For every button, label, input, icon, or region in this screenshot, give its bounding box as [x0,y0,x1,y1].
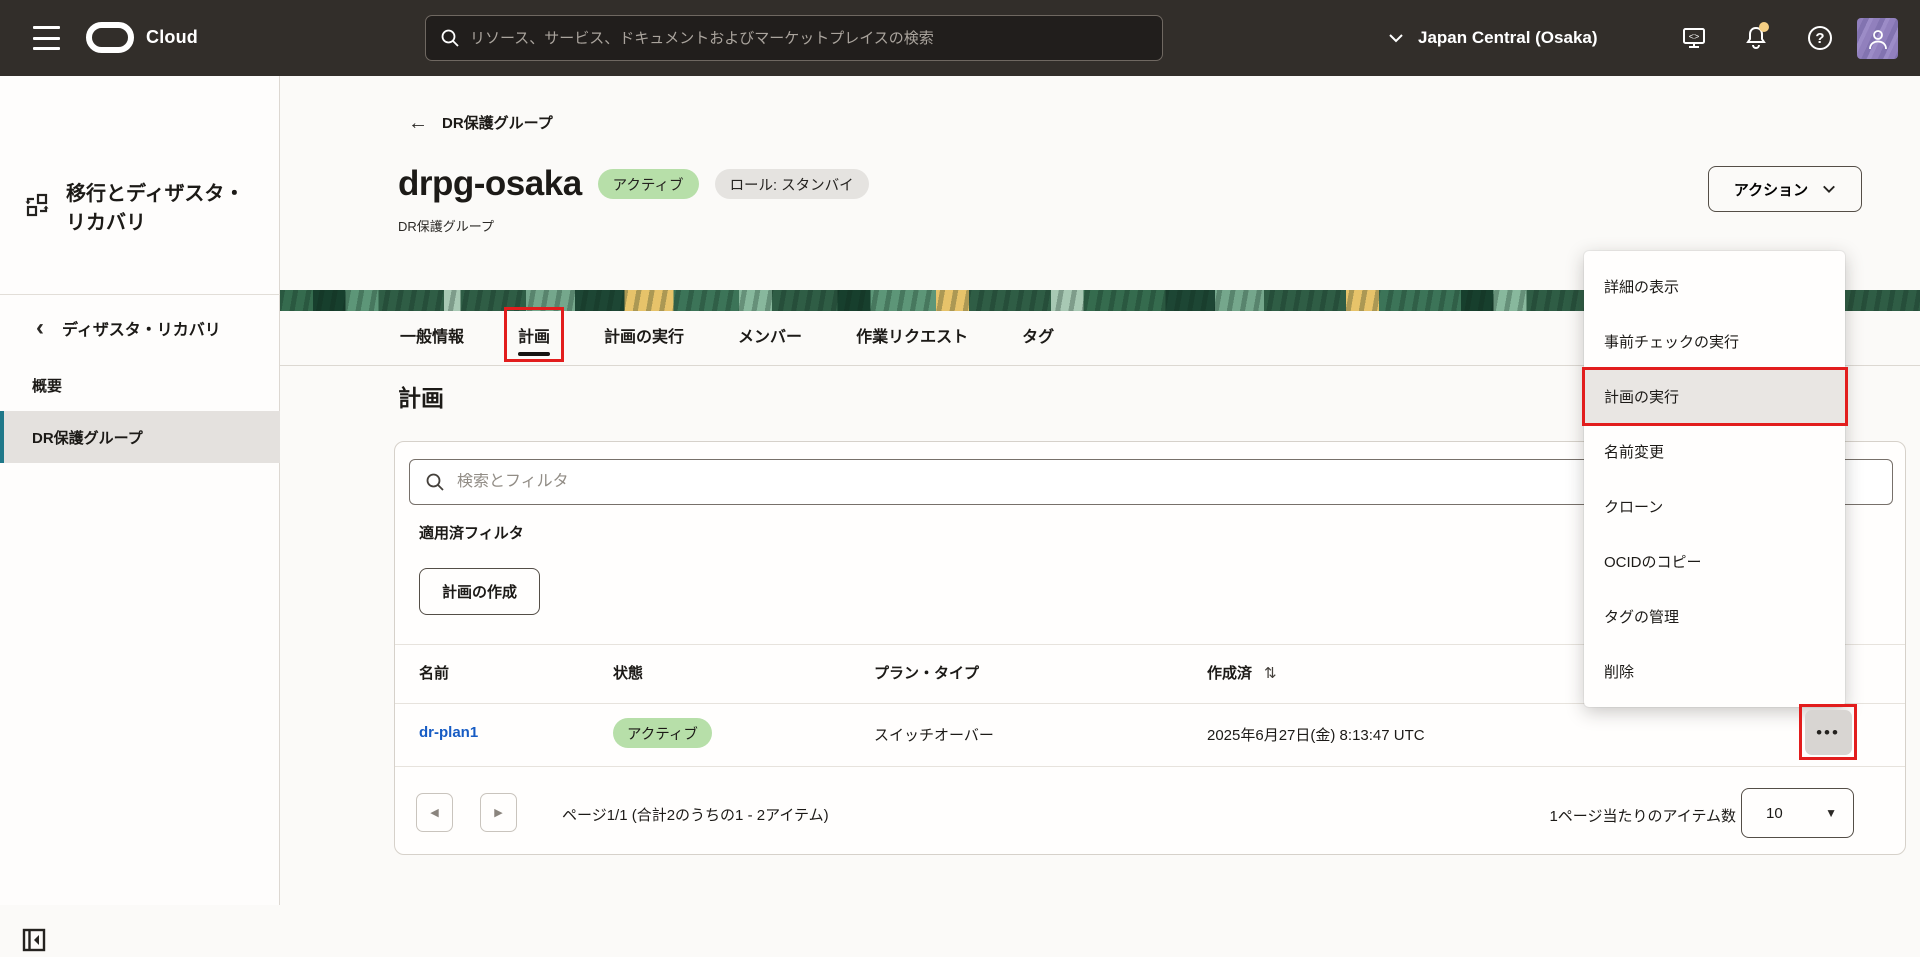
items-per-page-label: 1ページ当たりのアイテム数 [1496,805,1736,826]
tab-plan-executions[interactable]: 計画の実行 [604,307,684,362]
pagination-text: ページ1/1 (合計2のうちの1 - 2アイテム) [562,804,829,825]
tab-bar: 一般情報 計画 計画の実行 メンバー 作業リクエスト タグ [400,307,1054,362]
menu-item-copy-ocid[interactable]: OCIDのコピー [1584,534,1845,589]
sidebar-back-link[interactable]: ‹ ディザスタ・リカバリ [36,316,221,340]
cloud-shell-icon[interactable]: <> [1680,24,1708,52]
actions-menu: 詳細の表示 事前チェックの実行 計画の実行 名前変更 クローン OCIDのコピー… [1584,251,1845,707]
notifications-icon[interactable] [1742,24,1770,52]
oci-console: Cloud Japan Central (Osaka) <> ? [0,0,1920,905]
chevron-left-icon: ‹ [36,316,44,340]
menu-item-execute-plan[interactable]: 計画の実行 [1584,369,1845,424]
applied-filters-label: 適用済フィルタ [419,522,524,543]
chevron-down-icon [1388,30,1404,46]
person-icon [1867,27,1889,51]
page-title: drpg-osaka [398,164,582,204]
notification-dot [1759,22,1769,32]
migration-icon [24,192,50,218]
next-arrow-icon: ▶ [494,806,502,819]
plan-created-cell: 2025年6月27日(金) 8:13:47 UTC [1207,724,1425,745]
tab-tags[interactable]: タグ [1022,307,1054,362]
svg-text:<>: <> [1689,32,1700,42]
plans-heading: 計画 [398,379,444,413]
brand-text: Cloud [146,27,198,48]
sidebar-divider [0,294,280,295]
pagination-next-button[interactable]: ▶ [480,793,517,832]
sidebar-item-dr-protection-groups[interactable]: DR保護グループ [0,411,280,463]
row-actions-button[interactable]: ••• [1805,710,1852,755]
search-icon [440,28,460,48]
user-avatar[interactable] [1857,18,1898,59]
global-search-input[interactable] [470,30,1148,47]
global-search[interactable] [425,15,1163,61]
sidebar-title: 移行とディザスタ・リカバリ [66,180,262,238]
menu-item-clone[interactable]: クローン [1584,479,1845,534]
sidebar-collapse-icon[interactable] [22,928,46,957]
tab-general-info[interactable]: 一般情報 [400,307,464,362]
column-header-plan-type: プラン・タイプ [874,662,979,683]
active-tab-underline [518,352,550,356]
oracle-o-logo-icon [86,22,134,53]
plan-state-badge: アクティブ [613,718,712,748]
items-per-page-select[interactable]: 10 ▼ [1741,788,1854,838]
menu-item-manage-tags[interactable]: タグの管理 [1584,589,1845,644]
column-header-created: 作成済⇅ [1207,662,1277,683]
search-icon [425,472,445,492]
menu-item-rename[interactable]: 名前変更 [1584,424,1845,479]
breadcrumb[interactable]: ← DR保護グループ [408,112,553,133]
status-badge: アクティブ [598,169,699,199]
region-selector[interactable]: Japan Central (Osaka) [1388,0,1598,76]
tab-plans[interactable]: 計画 [504,307,564,362]
main-content: ← DR保護グループ drpg-osaka アクティブ ロール: スタンバイ D… [280,76,1920,905]
prev-arrow-icon: ◀ [430,806,438,819]
plan-type-cell: スイッチオーバー [874,724,994,745]
oracle-cloud-logo[interactable]: Cloud [86,22,198,53]
region-label: Japan Central (Osaka) [1418,28,1598,48]
help-icon[interactable]: ? [1806,24,1834,52]
menu-item-delete[interactable]: 削除 [1584,644,1845,699]
caret-down-icon: ▼ [1825,806,1837,820]
topbar: Cloud Japan Central (Osaka) <> ? [0,0,1920,76]
row-divider [395,766,1905,767]
plan-name-link[interactable]: dr-plan1 [419,724,478,741]
chevron-down-icon [1822,182,1836,196]
sidebar: 移行とディザスタ・リカバリ ‹ ディザスタ・リカバリ 概要 DR保護グループ [0,76,280,905]
create-plan-button[interactable]: 計画の作成 [419,568,540,615]
back-arrow-icon: ← [408,113,428,133]
column-header-state: 状態 [613,662,643,683]
tab-members[interactable]: メンバー [738,307,802,362]
tab-work-requests[interactable]: 作業リクエスト [856,307,968,362]
pagination-prev-button[interactable]: ◀ [416,793,453,832]
hamburger-menu-icon[interactable] [33,26,60,50]
role-badge: ロール: スタンバイ [715,169,869,199]
sort-icon[interactable]: ⇅ [1264,665,1277,682]
menu-item-run-prechecks[interactable]: 事前チェックの実行 [1584,314,1845,369]
menu-item-view-details[interactable]: 詳細の表示 [1584,259,1845,314]
page-subtitle: DR保護グループ [398,216,494,235]
annotation-box-row-actions: ••• [1799,704,1857,760]
column-header-name: 名前 [419,662,449,683]
sidebar-item-overview[interactable]: 概要 [0,364,280,406]
actions-button[interactable]: アクション [1708,166,1862,212]
